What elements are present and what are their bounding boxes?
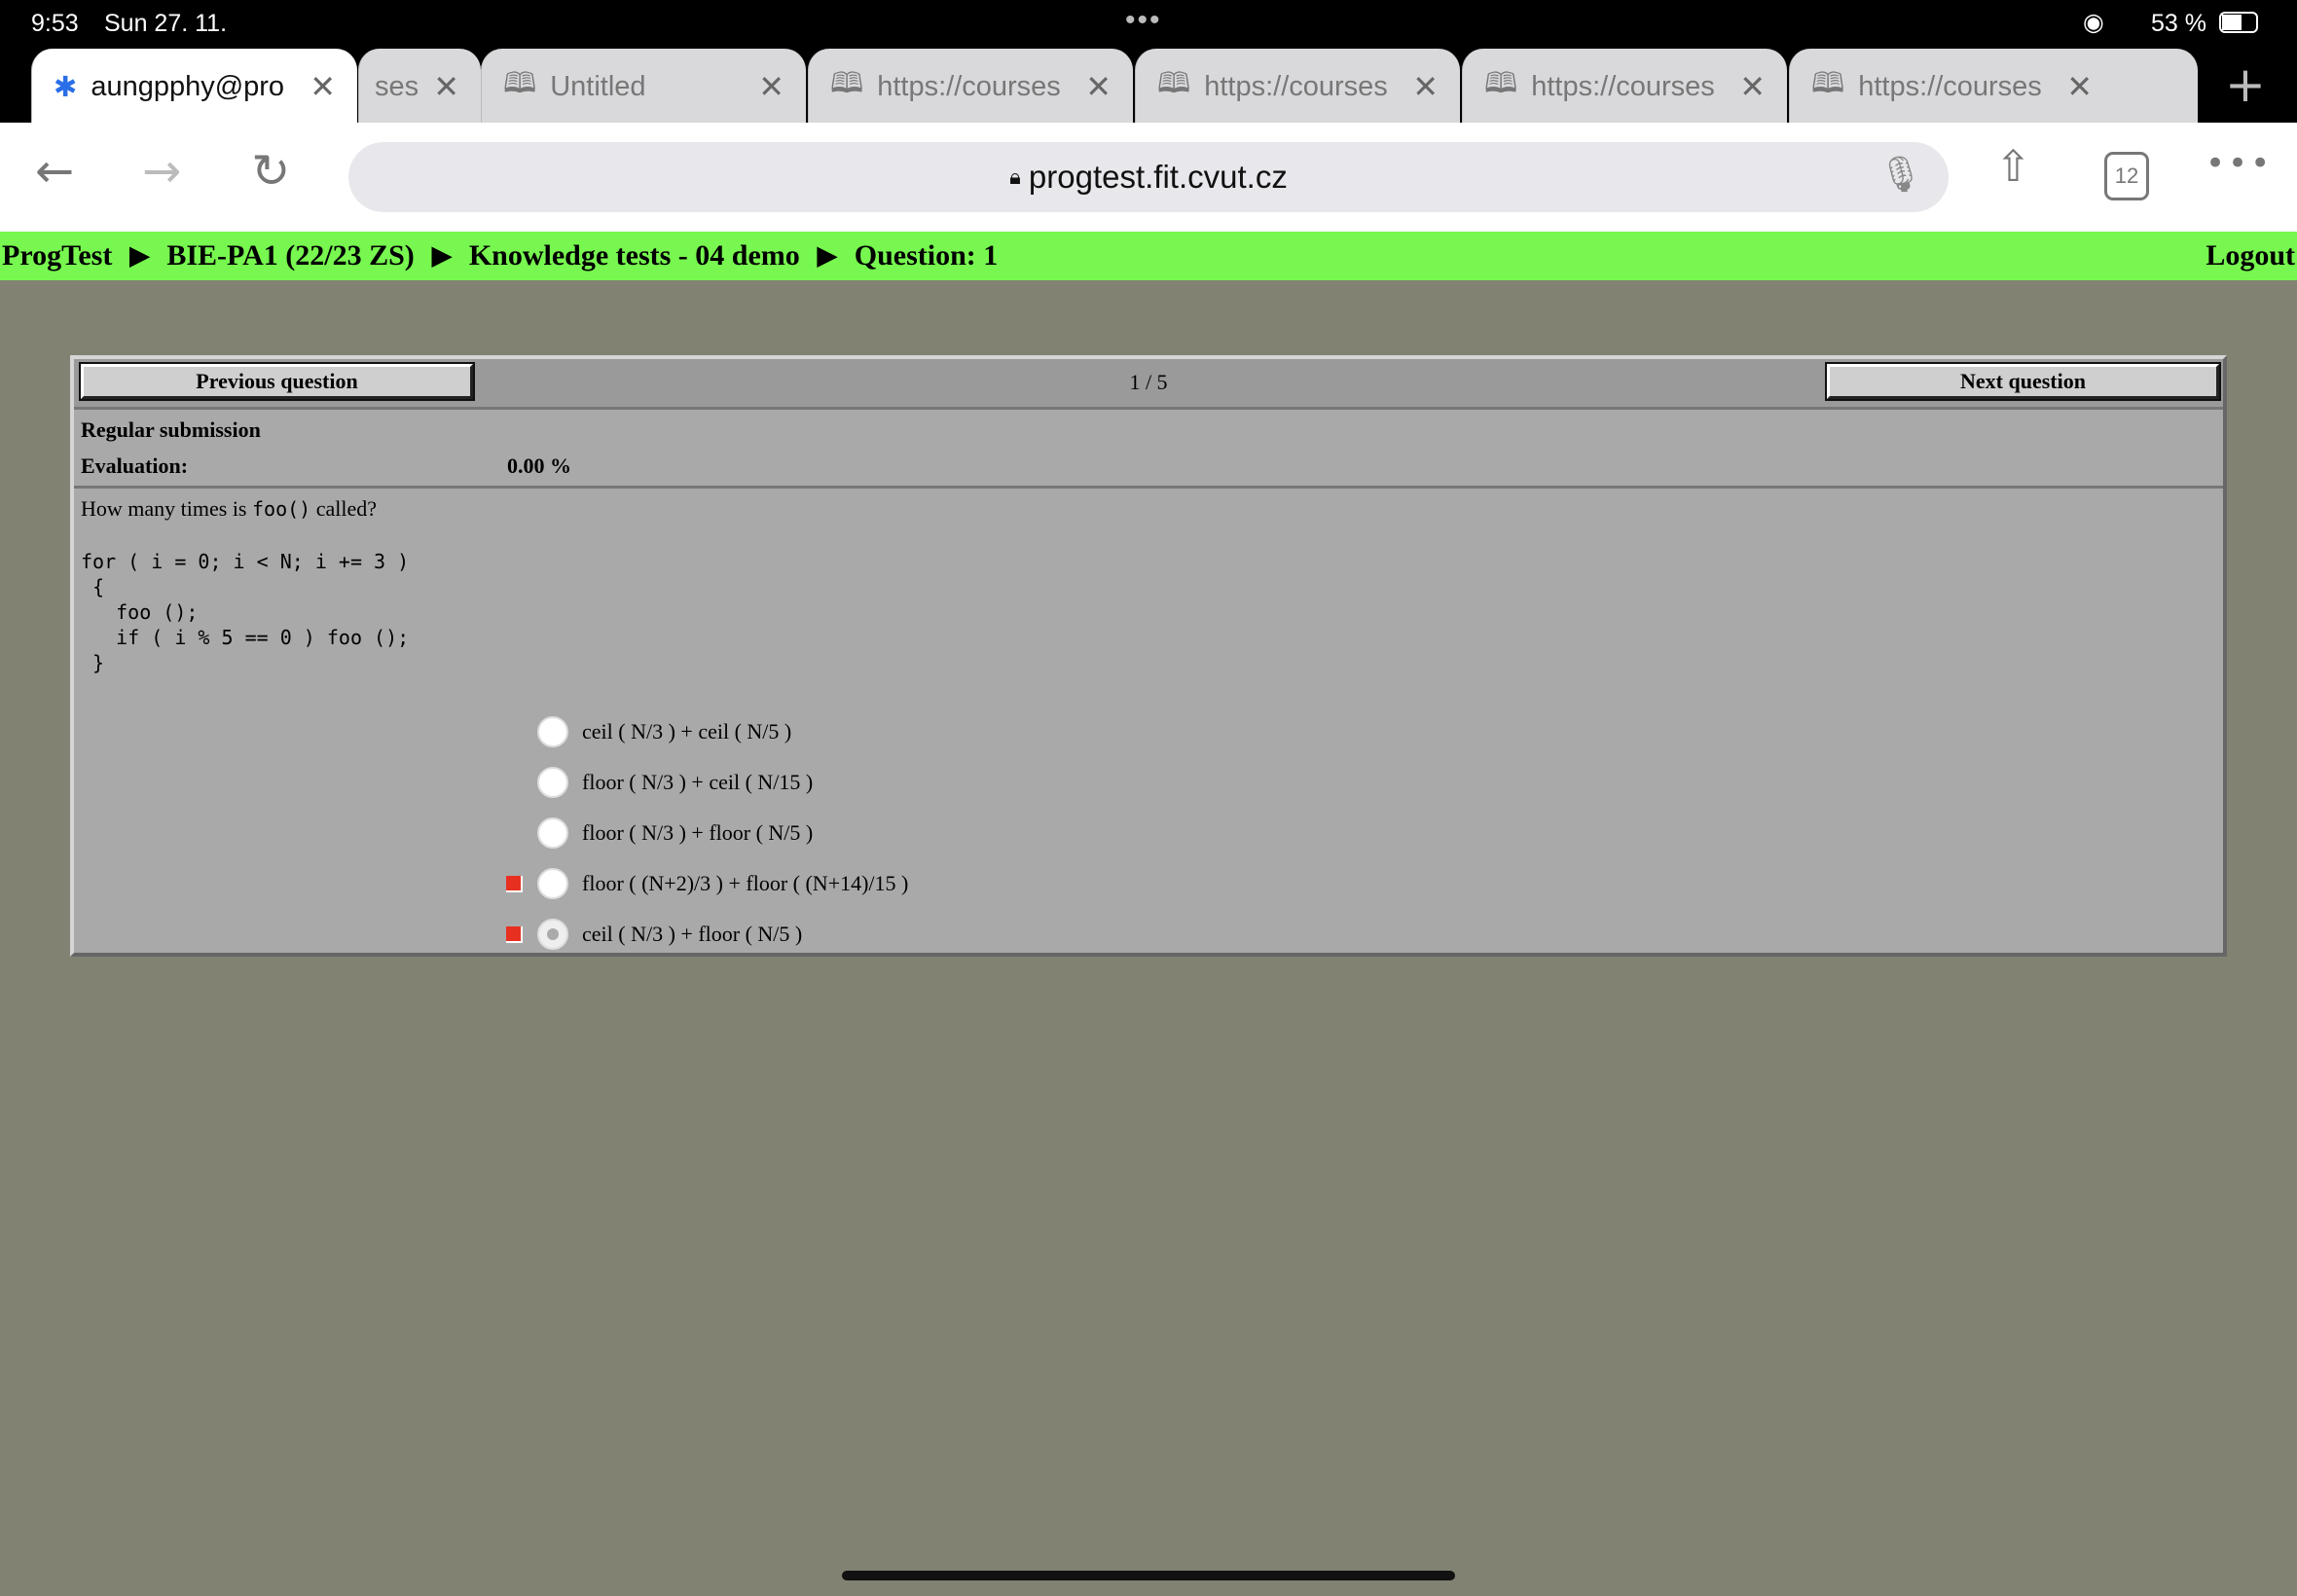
- close-tab-icon[interactable]: ✕: [758, 68, 784, 105]
- close-tab-icon[interactable]: ✕: [433, 68, 459, 105]
- answer-label: ceil ( N/3 ) + floor ( N/5 ): [582, 922, 803, 946]
- tab-label: https://courses: [1858, 70, 2042, 102]
- question-post: called?: [310, 496, 378, 521]
- code-snippet: for ( i = 0; i < N; i += 3 ) { foo (); i…: [81, 550, 410, 674]
- evaluation-label: Evaluation:: [81, 453, 189, 478]
- battery-icon: [2219, 12, 2258, 33]
- book-icon: 🕮: [1157, 67, 1191, 99]
- microphone-icon[interactable]: 🎙︎: [1878, 154, 1923, 195]
- answer-label: ceil ( N/3 ) + ceil ( N/5 ): [582, 719, 792, 744]
- tab-strip: ✱ aungpphy@pro ✕ ses ✕ 🕮 Untitled ✕ 🕮 https://…: [0, 49, 2297, 125]
- tab[interactable]: 🕮 https://courses ✕: [1462, 49, 1787, 125]
- answer-radio[interactable]: [537, 868, 568, 899]
- triangle-icon: ▶: [129, 241, 150, 270]
- new-tab-icon[interactable]: +: [2225, 56, 2266, 113]
- answer-option[interactable]: ceil ( N/3 ) + ceil ( N/5 ): [506, 715, 791, 748]
- tab-count-button[interactable]: 12: [2104, 152, 2149, 200]
- lock-icon: 🔒︎: [1009, 164, 1021, 189]
- submission-type: Regular submission: [81, 417, 261, 442]
- breadcrumb-progtest[interactable]: ProgTest: [2, 239, 112, 272]
- puzzle-icon: ✱: [54, 71, 78, 103]
- incorrect-marker: [506, 925, 523, 943]
- answer-label: floor ( N/3 ) + floor ( N/5 ): [582, 820, 814, 845]
- divider: [74, 486, 2223, 489]
- tab[interactable]: 🕮 https://courses ✕: [1135, 49, 1460, 125]
- book-icon: 🕮: [830, 67, 864, 99]
- answer-radio[interactable]: [537, 817, 568, 849]
- answer-label: floor ( N/3 ) + ceil ( N/15 ): [582, 770, 814, 794]
- question-code: foo(): [252, 497, 311, 521]
- triangle-icon: ▶: [431, 241, 452, 270]
- home-indicator: [842, 1571, 1455, 1580]
- status-bar: 9:53 Sun 27. 11. ••• ◉ 53 %: [0, 0, 2297, 51]
- answer-option[interactable]: floor ( N/3 ) + floor ( N/5 ): [506, 816, 813, 850]
- share-icon[interactable]: ⇧: [1995, 142, 2031, 192]
- close-tab-icon[interactable]: ✕: [1412, 68, 1439, 105]
- more-icon[interactable]: •••: [2206, 144, 2273, 183]
- answer-radio[interactable]: [537, 716, 568, 747]
- answer-option[interactable]: ceil ( N/3 ) + floor ( N/5 ): [506, 918, 802, 951]
- book-icon: 🕮: [1811, 67, 1845, 99]
- url-text: progtest.fit.cvut.cz: [1028, 159, 1288, 195]
- question-panel: Previous question 1 / 5 Next question Re…: [70, 355, 2227, 957]
- tab-label: https://courses: [1204, 70, 1388, 102]
- close-tab-icon[interactable]: ✕: [1085, 68, 1112, 105]
- question-nav: Previous question 1 / 5 Next question: [74, 359, 2223, 410]
- question-text: How many times is foo() called?: [81, 496, 377, 522]
- tab-label: ses: [375, 70, 419, 102]
- incorrect-marker: [506, 875, 523, 892]
- multitasking-dots-icon[interactable]: •••: [1125, 4, 1162, 37]
- tab-active[interactable]: ✱ aungpphy@pro ✕: [31, 49, 357, 125]
- tab-label: Untitled: [550, 70, 646, 102]
- next-question-button[interactable]: Next question: [1825, 362, 2221, 401]
- logout-link[interactable]: Logout: [2206, 239, 2295, 272]
- triangle-icon: ▶: [817, 241, 837, 270]
- close-tab-icon[interactable]: ✕: [1739, 68, 1766, 105]
- answer-radio[interactable]: [537, 919, 568, 950]
- tab-label: aungpphy@pro: [91, 70, 285, 102]
- tab[interactable]: 🕮 Untitled ✕: [481, 49, 806, 125]
- wifi-icon: ◉: [2083, 9, 2104, 36]
- book-icon: 🕮: [1484, 67, 1518, 99]
- battery-percent: 53 %: [2151, 10, 2206, 37]
- tab-label: https://courses: [1531, 70, 1715, 102]
- breadcrumb-test[interactable]: Knowledge tests - 04 demo: [469, 239, 800, 272]
- answer-label: floor ( (N+2)/3 ) + floor ( (N+14)/15 ): [582, 871, 909, 895]
- breadcrumb-course[interactable]: BIE-PA1 (22/23 ZS): [166, 239, 414, 272]
- close-tab-icon[interactable]: ✕: [310, 68, 336, 105]
- status-time: 9:53: [31, 10, 79, 37]
- answer-option[interactable]: floor ( (N+2)/3 ) + floor ( (N+14)/15 ): [506, 867, 908, 900]
- tab[interactable]: 🕮 https://courses ✕: [808, 49, 1133, 125]
- close-tab-icon[interactable]: ✕: [2066, 68, 2093, 105]
- question-pre: How many times is: [81, 496, 252, 521]
- reload-icon[interactable]: ↻: [251, 144, 290, 199]
- book-icon: 🕮: [503, 67, 537, 99]
- address-bar[interactable]: 🔒︎ progtest.fit.cvut.cz 🎙︎: [348, 142, 1949, 212]
- evaluation-value: 0.00 %: [507, 453, 571, 478]
- answer-radio[interactable]: [537, 767, 568, 798]
- breadcrumb: ProgTest ▶ BIE-PA1 (22/23 ZS) ▶ Knowledge …: [0, 232, 2297, 280]
- status-date: Sun 27. 11.: [104, 10, 228, 37]
- tab[interactable]: 🕮 https://courses ✕: [1789, 49, 2198, 125]
- back-icon[interactable]: ←: [35, 144, 74, 199]
- tab-label: https://courses: [877, 70, 1061, 102]
- answer-option[interactable]: floor ( N/3 ) + ceil ( N/15 ): [506, 766, 813, 799]
- tab[interactable]: ses ✕: [358, 49, 481, 125]
- forward-icon[interactable]: →: [142, 144, 181, 199]
- breadcrumb-question: Question: 1: [854, 239, 999, 272]
